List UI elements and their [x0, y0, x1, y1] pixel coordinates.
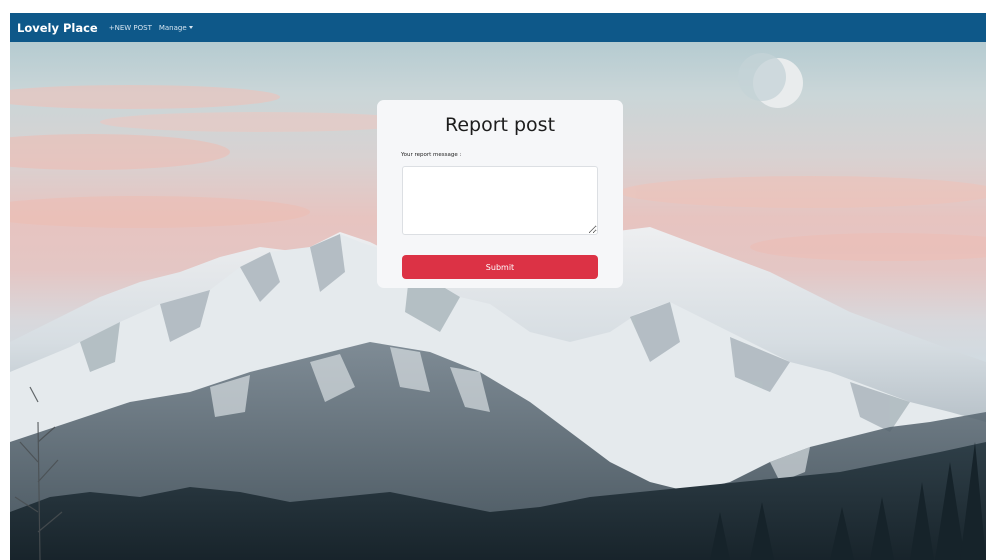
page: Lovely Place +NEW POST Manage Report pos…: [0, 0, 986, 560]
page-title: Report post: [444, 114, 556, 136]
submit-button[interactable]: Submit: [402, 255, 598, 279]
top-navbar: Lovely Place +NEW POST Manage: [10, 13, 986, 42]
report-message-textarea[interactable]: [402, 166, 598, 235]
manage-dropdown[interactable]: Manage: [159, 24, 193, 32]
report-post-card: Report post Your report message : Submit: [377, 100, 623, 288]
new-post-link[interactable]: +NEW POST: [109, 24, 152, 32]
chevron-down-icon: [188, 26, 193, 29]
report-message-label: Your report message :: [401, 152, 462, 158]
brand-link[interactable]: Lovely Place: [17, 21, 98, 35]
moon: [738, 53, 803, 108]
manage-label: Manage: [158, 23, 187, 32]
